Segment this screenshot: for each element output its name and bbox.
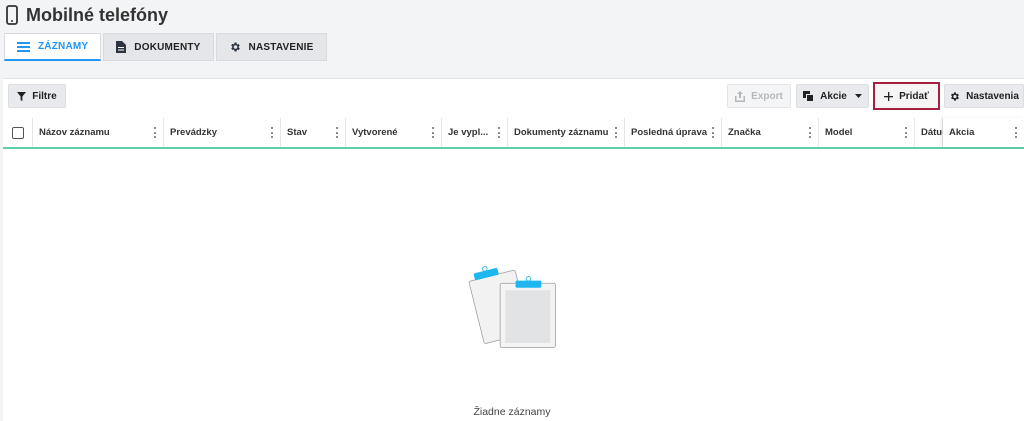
document-icon xyxy=(116,41,127,53)
filter-button[interactable]: Filtre xyxy=(8,84,66,108)
column-menu-icon[interactable] xyxy=(905,127,908,138)
empty-state-text: Žiadne záznamy xyxy=(473,406,551,418)
column-header-label: Posledná úprava xyxy=(631,127,708,138)
tab-settings[interactable]: NASTAVENIE xyxy=(215,33,327,61)
column-header-label: Akcia xyxy=(949,127,975,138)
page-header: Mobilné telefóny ZÁZNAMY DOKUMENTY NASTA… xyxy=(0,0,1024,62)
tab-documents[interactable]: DOKUMENTY xyxy=(103,33,214,61)
column-header-record-documents[interactable]: Dokumenty záznamu xyxy=(508,118,625,147)
mobile-phone-icon xyxy=(6,5,18,25)
column-header-label: Dokumenty záznamu xyxy=(514,127,609,138)
column-header-model[interactable]: Model xyxy=(819,118,915,147)
column-header-label: Dátu xyxy=(921,127,943,138)
column-menu-icon[interactable] xyxy=(432,127,435,138)
column-menu-icon[interactable] xyxy=(498,127,501,138)
tab-bar: ZÁZNAMY DOKUMENTY NASTAVENIE xyxy=(4,33,329,61)
column-header-date[interactable]: Dátu xyxy=(915,118,943,147)
column-header-label: Vytvorené xyxy=(352,127,398,138)
gear-icon xyxy=(230,42,240,52)
filter-label: Filtre xyxy=(32,90,57,102)
caret-down-icon xyxy=(854,94,862,98)
column-menu-icon[interactable] xyxy=(336,127,339,138)
list-icon xyxy=(17,41,30,52)
column-menu-icon[interactable] xyxy=(1015,127,1018,138)
toolbar: Filtre Export Akcie Pridať Nastavenia xyxy=(3,79,1024,115)
export-button[interactable]: Export xyxy=(727,84,791,108)
plus-icon xyxy=(884,91,894,101)
column-header-label: Model xyxy=(825,127,853,138)
page-title: Mobilné telefóny xyxy=(26,4,169,25)
column-header-is-filled[interactable]: Je vypl... xyxy=(442,118,508,147)
column-header-label: Prevádzky xyxy=(170,127,218,138)
copy-icon xyxy=(803,90,815,102)
select-all-cell xyxy=(3,118,33,147)
column-header-status[interactable]: Stav xyxy=(281,118,346,147)
column-menu-icon[interactable] xyxy=(712,127,715,138)
column-header-label: Názov záznamu xyxy=(39,127,110,138)
column-header-locations[interactable]: Prevádzky xyxy=(164,118,281,147)
export-icon xyxy=(735,90,746,102)
actions-dropdown[interactable]: Akcie xyxy=(796,84,869,108)
column-header-last-modified[interactable]: Posledná úprava xyxy=(625,118,722,147)
add-button[interactable]: Pridať xyxy=(873,82,940,110)
tab-label: NASTAVENIE xyxy=(248,41,314,53)
gear-icon xyxy=(951,91,959,101)
tab-label: ZÁZNAMY xyxy=(38,41,89,52)
column-menu-icon[interactable] xyxy=(271,127,274,138)
actions-label: Akcie xyxy=(820,90,847,102)
filter-icon xyxy=(17,91,27,101)
tab-records[interactable]: ZÁZNAMY xyxy=(4,33,102,61)
tab-label: DOKUMENTY xyxy=(134,41,201,53)
column-menu-icon[interactable] xyxy=(615,127,618,138)
column-menu-icon[interactable] xyxy=(154,127,157,138)
empty-clipboards-illustration xyxy=(468,266,556,348)
export-label: Export xyxy=(751,90,783,102)
column-header-label: Stav xyxy=(287,127,308,138)
column-header-record-name[interactable]: Názov záznamu xyxy=(33,118,164,147)
page-title-row: Mobilné telefóny xyxy=(6,4,168,26)
column-header-action[interactable]: Akcia xyxy=(943,118,1024,147)
select-all-checkbox[interactable] xyxy=(11,126,24,139)
settings-label: Nastavenia xyxy=(966,90,1019,102)
column-header-label: Značka xyxy=(728,127,761,138)
column-header-brand[interactable]: Značka xyxy=(722,118,819,147)
add-label: Pridať xyxy=(899,90,929,102)
settings-button[interactable]: Nastavenia xyxy=(944,84,1024,108)
column-menu-icon[interactable] xyxy=(809,127,812,138)
column-header-created[interactable]: Vytvorené xyxy=(346,118,442,147)
table-header: Názov záznamu Prevádzky Stav Vytvorené J… xyxy=(3,118,1024,149)
column-header-label: Je vypl... xyxy=(448,127,489,138)
